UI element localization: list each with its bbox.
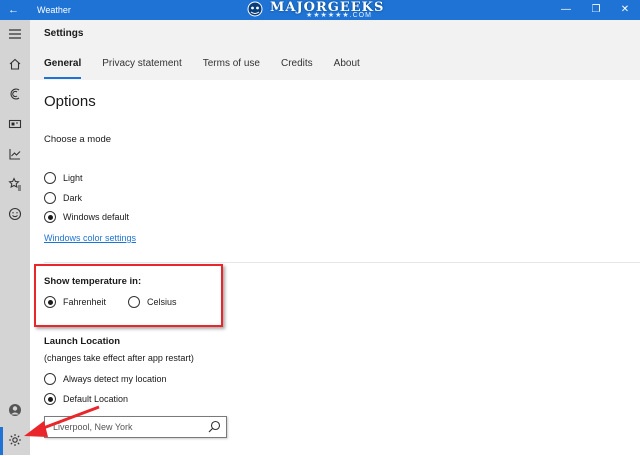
sidebar-item-account[interactable] xyxy=(0,396,30,426)
sidebar-item-maps[interactable] xyxy=(0,110,30,140)
hamburger-menu-button[interactable] xyxy=(0,20,30,50)
mode-option-light[interactable]: Light xyxy=(44,171,83,185)
restore-button[interactable]: ❐ xyxy=(582,0,610,20)
radio-dark[interactable] xyxy=(44,192,56,204)
mode-option-windows-default[interactable]: Windows default xyxy=(44,210,129,224)
settings-tabs: General Privacy statement Terms of use C… xyxy=(44,57,381,80)
page-title: Settings xyxy=(44,28,84,39)
mode-label: Choose a mode xyxy=(44,134,112,145)
radio-label: Always detect my location xyxy=(63,374,167,384)
sidebar-item-settings[interactable] xyxy=(0,426,30,456)
sidebar xyxy=(0,20,30,455)
tab-general[interactable]: General xyxy=(44,57,82,80)
location-search-box[interactable] xyxy=(44,416,227,438)
title-bar: ← Weather MAJORGEEKS ★★★★★★.COM — ❐ ✕ xyxy=(0,0,640,20)
section-divider xyxy=(44,262,640,263)
launch-option-default[interactable]: Default Location xyxy=(44,392,128,406)
watermark-logo: MAJORGEEKS ★★★★★★.COM xyxy=(244,0,394,20)
app-title: Weather xyxy=(37,5,71,15)
sidebar-item-favorites[interactable] xyxy=(0,170,30,200)
radio-detect-location[interactable] xyxy=(44,373,56,385)
sidebar-item-news[interactable] xyxy=(0,200,30,230)
windows-color-settings-link[interactable]: Windows color settings xyxy=(44,233,136,243)
annotation-highlight-box xyxy=(34,264,223,327)
tab-credits[interactable]: Credits xyxy=(281,57,313,80)
settings-header: Settings General Privacy statement Terms… xyxy=(30,20,640,80)
sidebar-item-historical[interactable] xyxy=(0,140,30,170)
back-button[interactable]: ← xyxy=(8,3,19,17)
forecast-icon xyxy=(10,88,20,100)
options-heading: Options xyxy=(44,93,96,110)
minimize-button[interactable]: — xyxy=(552,0,580,20)
radio-label: Default Location xyxy=(63,394,129,404)
launch-location-note: (changes take effect after app restart) xyxy=(44,353,194,363)
news-icon xyxy=(8,207,22,221)
search-icon[interactable] xyxy=(208,420,221,433)
radio-default-location[interactable] xyxy=(44,393,56,405)
radio-label: Light xyxy=(63,173,83,183)
location-search-input[interactable] xyxy=(45,417,195,437)
mode-option-dark[interactable]: Dark xyxy=(44,191,82,205)
favorites-icon xyxy=(8,177,21,191)
launch-location-label: Launch Location xyxy=(44,336,120,347)
sidebar-item-forecast[interactable] xyxy=(0,80,30,110)
close-button[interactable]: ✕ xyxy=(611,0,639,20)
tab-terms-of-use[interactable]: Terms of use xyxy=(203,57,260,80)
tab-about[interactable]: About xyxy=(334,57,360,80)
radio-label: Windows default xyxy=(63,212,130,222)
radio-light[interactable] xyxy=(44,172,56,184)
sidebar-item-home[interactable] xyxy=(0,50,30,80)
account-icon xyxy=(9,404,21,416)
hamburger-menu-icon xyxy=(9,29,21,39)
tab-privacy-statement[interactable]: Privacy statement xyxy=(102,57,181,80)
maps-icon xyxy=(8,119,22,129)
watermark-subtext: ★★★★★★.COM xyxy=(306,12,372,19)
launch-option-detect[interactable]: Always detect my location xyxy=(44,372,167,386)
radio-windows-default[interactable] xyxy=(44,211,56,223)
historical-weather-icon xyxy=(9,149,21,160)
home-icon xyxy=(9,58,21,70)
settings-gear-icon xyxy=(9,434,21,446)
watermark-mascot-icon xyxy=(247,1,263,17)
radio-label: Dark xyxy=(63,193,83,203)
